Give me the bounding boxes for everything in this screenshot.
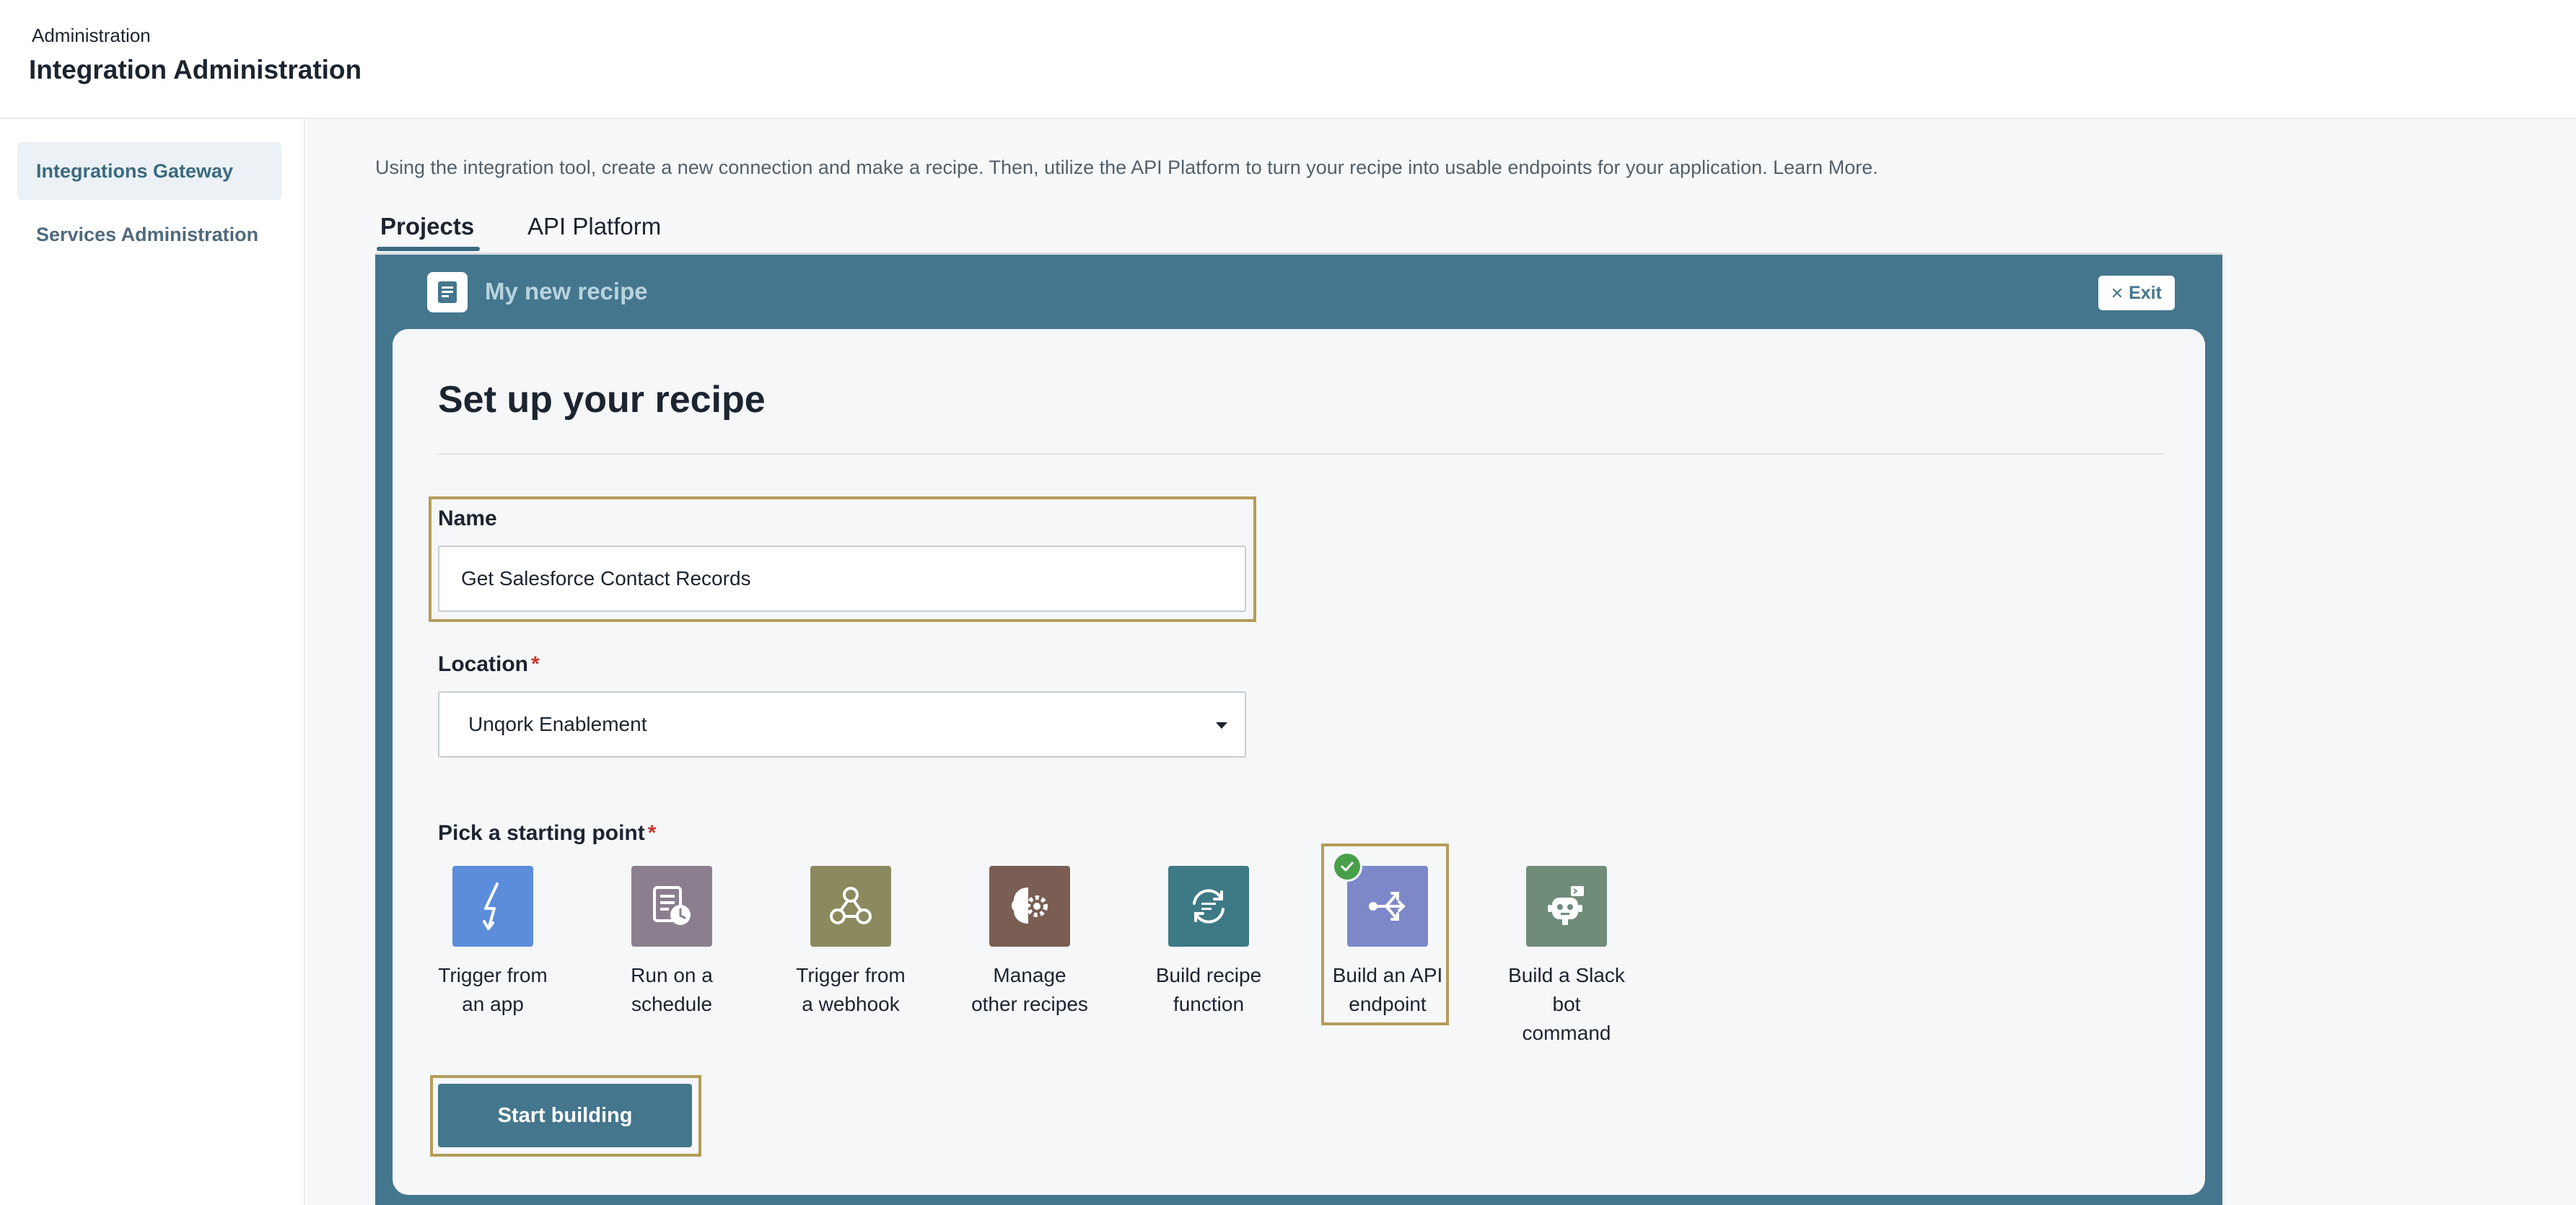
exit-button[interactable]: Exit xyxy=(2098,276,2175,310)
tile-label-line: endpoint xyxy=(1349,993,1427,1015)
schedule-icon xyxy=(631,866,712,947)
starting-point-label: Pick a starting point * xyxy=(438,821,656,846)
tile-label-line: command xyxy=(1522,1022,1611,1044)
heading-divider xyxy=(438,453,2164,455)
location-label: Location * xyxy=(438,652,540,677)
required-marker: * xyxy=(531,652,540,676)
breadcrumb[interactable]: Administration xyxy=(32,25,151,47)
starting-point-trigger-from-webhook[interactable]: Trigger from a webhook xyxy=(779,866,923,1019)
sidebar-item-services-administration[interactable]: Services Administration xyxy=(17,206,281,263)
tile-label-line: Build recipe xyxy=(1155,964,1262,986)
learn-more-link[interactable]: Learn More. xyxy=(1773,157,1878,178)
tile-label-line: schedule xyxy=(631,993,713,1015)
starting-point-build-api-endpoint[interactable]: Build an API endpoint xyxy=(1315,866,1460,1019)
document-icon xyxy=(427,272,468,312)
tile-label-line: Build a Slack xyxy=(1508,964,1625,986)
tab-api-platform[interactable]: API Platform xyxy=(527,213,661,253)
main-content: Using the integration tool, create a new… xyxy=(307,119,2576,1205)
lightning-icon xyxy=(452,866,533,947)
recipe-panel-title: My new recipe xyxy=(485,278,648,304)
tile-label-line: other recipes xyxy=(971,993,1088,1015)
tile-label: Build a Slack bot command xyxy=(1494,961,1639,1048)
location-select[interactable]: Unqork Enablement xyxy=(438,691,1246,758)
sidebar: Integrations Gateway Services Administra… xyxy=(0,119,305,1205)
intro-body: Using the integration tool, create a new… xyxy=(375,157,1774,178)
starting-point-run-on-schedule[interactable]: Run on a schedule xyxy=(600,866,744,1019)
exit-label: Exit xyxy=(2129,282,2162,303)
recipe-name-input[interactable] xyxy=(438,545,1246,612)
chevron-down-icon[interactable] xyxy=(1216,722,1227,729)
page-header: Administration Integration Administratio… xyxy=(0,0,2576,119)
active-tab-indicator xyxy=(377,247,480,251)
tile-label-line: Trigger from xyxy=(796,964,906,986)
tile-label-line: Trigger from xyxy=(438,964,548,986)
recipe-panel: My new recipe Exit Set up your recipe Na… xyxy=(375,255,2222,1205)
location-label-text: Location xyxy=(438,652,528,676)
tile-label-line: Run on a xyxy=(631,964,713,986)
starting-point-build-slack-bot-command[interactable]: Build a Slack bot command xyxy=(1494,866,1639,1048)
function-cycle-icon xyxy=(1168,866,1249,947)
setup-heading: Set up your recipe xyxy=(438,379,766,421)
webhook-icon xyxy=(810,866,891,947)
tile-label-line: Build an API xyxy=(1332,964,1443,986)
tile-label: Trigger from an app xyxy=(421,961,565,1019)
tile-label-line: function xyxy=(1173,993,1245,1015)
api-endpoint-icon xyxy=(1347,866,1428,947)
recipe-setup-card: Set up your recipe Name Location* Unqork… xyxy=(393,329,2205,1195)
close-icon xyxy=(2111,283,2123,304)
tile-label-line: an app xyxy=(462,993,524,1015)
tile-label: Run on a schedule xyxy=(600,961,744,1019)
sidebar-item-integrations-gateway[interactable]: Integrations Gateway xyxy=(17,142,281,200)
brain-gear-icon xyxy=(989,866,1070,947)
name-label: Name xyxy=(438,507,497,530)
location-selected-value: Unqork Enablement xyxy=(468,713,647,735)
start-building-button[interactable]: Start building xyxy=(438,1084,692,1147)
starting-point-label-text: Pick a starting point xyxy=(438,821,645,845)
tile-label: Build an API endpoint xyxy=(1315,961,1460,1019)
tile-label: Build recipe function xyxy=(1136,961,1281,1019)
starting-point-build-recipe-function[interactable]: Build recipe function xyxy=(1136,866,1281,1019)
tile-label: Manage other recipes xyxy=(958,961,1102,1019)
tile-label-line: bot xyxy=(1552,993,1581,1015)
starting-point-manage-other-recipes[interactable]: Manage other recipes xyxy=(958,866,1102,1019)
starting-point-trigger-from-app[interactable]: Trigger from an app xyxy=(421,866,565,1019)
required-marker: * xyxy=(647,821,657,845)
page-title: Integration Administration xyxy=(29,55,362,84)
intro-text: Using the integration tool, create a new… xyxy=(375,157,1878,179)
slack-bot-icon xyxy=(1526,866,1607,947)
tile-label: Trigger from a webhook xyxy=(779,961,923,1019)
check-icon xyxy=(1332,851,1362,882)
tile-label-line: Manage xyxy=(993,964,1066,986)
tile-label-line: a webhook xyxy=(802,993,900,1015)
